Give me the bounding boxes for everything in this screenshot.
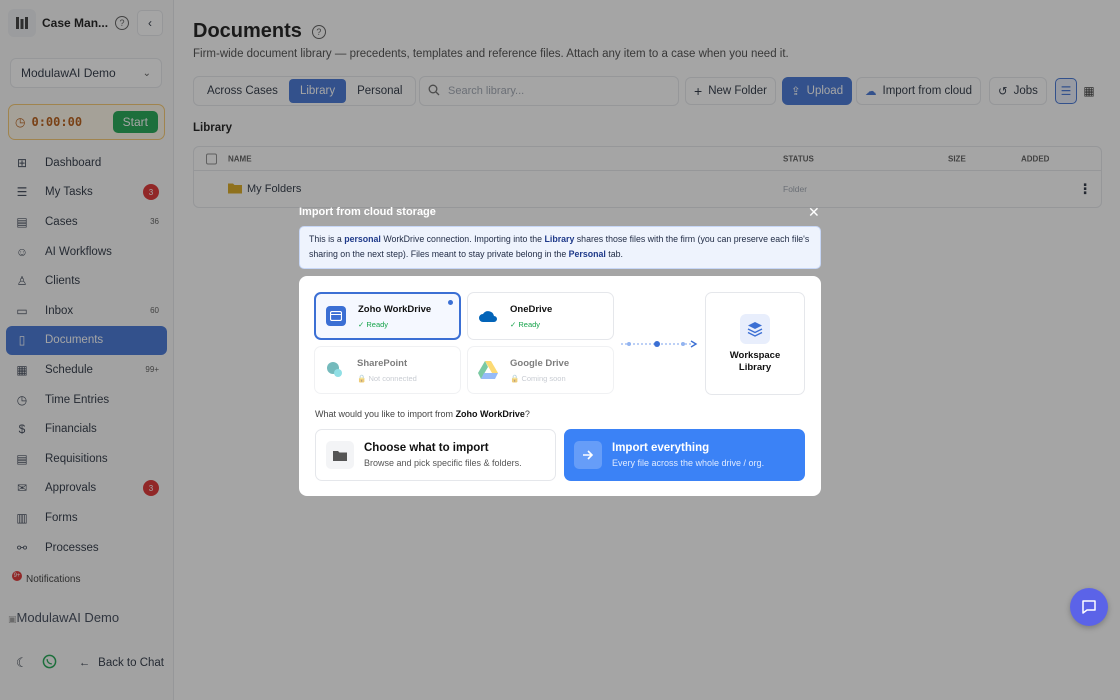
info-banner: This is a personal WorkDrive connection.… bbox=[299, 226, 821, 269]
option-subtitle: Browse and pick specific files & folders… bbox=[364, 458, 522, 468]
info-bold-library: Library bbox=[544, 234, 575, 244]
question-prefix: What would you like to import from bbox=[315, 409, 456, 419]
provider-zoho-workdrive[interactable]: Zoho WorkDrive ✓ Ready bbox=[314, 292, 461, 340]
layers-icon bbox=[740, 313, 770, 344]
folder-icon bbox=[326, 306, 346, 326]
provider-status: ✓ Ready bbox=[510, 319, 541, 329]
info-text-2: WorkDrive connection. Importing into the bbox=[380, 234, 545, 244]
provider-name: Zoho WorkDrive bbox=[358, 303, 432, 315]
provider-name: SharePoint bbox=[357, 357, 408, 369]
provider-status-text: Ready bbox=[518, 319, 541, 329]
chat-bubble-icon[interactable] bbox=[1070, 588, 1108, 626]
provider-status-text: Coming soon bbox=[521, 373, 566, 383]
close-icon[interactable]: ✕ bbox=[808, 204, 820, 221]
info-text-1: This is a bbox=[309, 234, 345, 244]
provider-name: OneDrive bbox=[510, 303, 553, 315]
question-provider: Zoho WorkDrive bbox=[455, 409, 525, 419]
sharepoint-icon bbox=[325, 360, 345, 380]
cloud-icon bbox=[478, 306, 498, 326]
option-subtitle: Every file across the whole drive / org. bbox=[612, 458, 765, 468]
provider-status: 🔒 Not connected bbox=[357, 373, 417, 383]
provider-status-text: Not connected bbox=[368, 373, 417, 383]
transfer-flow-icon bbox=[621, 340, 698, 348]
provider-name: Google Drive bbox=[510, 357, 570, 369]
import-everything-button[interactable]: Import everything Every file across the … bbox=[564, 429, 805, 481]
folder-open-icon bbox=[326, 441, 354, 469]
provider-status: 🔒 Coming soon bbox=[510, 373, 566, 383]
info-bold-personal-tab: Personal bbox=[568, 249, 606, 259]
provider-sharepoint[interactable]: SharePoint 🔒 Not connected bbox=[314, 346, 461, 394]
option-title: Import everything bbox=[612, 442, 710, 454]
provider-status: ✓ Ready bbox=[358, 319, 389, 329]
google-drive-icon bbox=[478, 360, 498, 380]
info-text-4: tab. bbox=[605, 249, 623, 259]
import-question: What would you like to import from Zoho … bbox=[315, 409, 530, 419]
arrow-right-icon bbox=[574, 441, 602, 469]
destination-label: Workspace Library bbox=[729, 349, 781, 373]
selected-dot bbox=[448, 300, 453, 305]
provider-onedrive[interactable]: OneDrive ✓ Ready bbox=[467, 292, 614, 340]
option-title: Choose what to import bbox=[364, 442, 489, 454]
question-suffix: ? bbox=[524, 409, 530, 419]
modal-title: Import from cloud storage bbox=[299, 206, 436, 218]
provider-status-text: Ready bbox=[366, 319, 389, 329]
info-bold-personal: personal bbox=[344, 234, 381, 244]
choose-what-to-import-button[interactable]: Choose what to import Browse and pick sp… bbox=[315, 429, 556, 481]
provider-google-drive[interactable]: Google Drive 🔒 Coming soon bbox=[467, 346, 614, 394]
destination-workspace-library: Workspace Library bbox=[705, 292, 805, 395]
import-card: Zoho WorkDrive ✓ Ready OneDrive ✓ Ready … bbox=[299, 276, 821, 496]
